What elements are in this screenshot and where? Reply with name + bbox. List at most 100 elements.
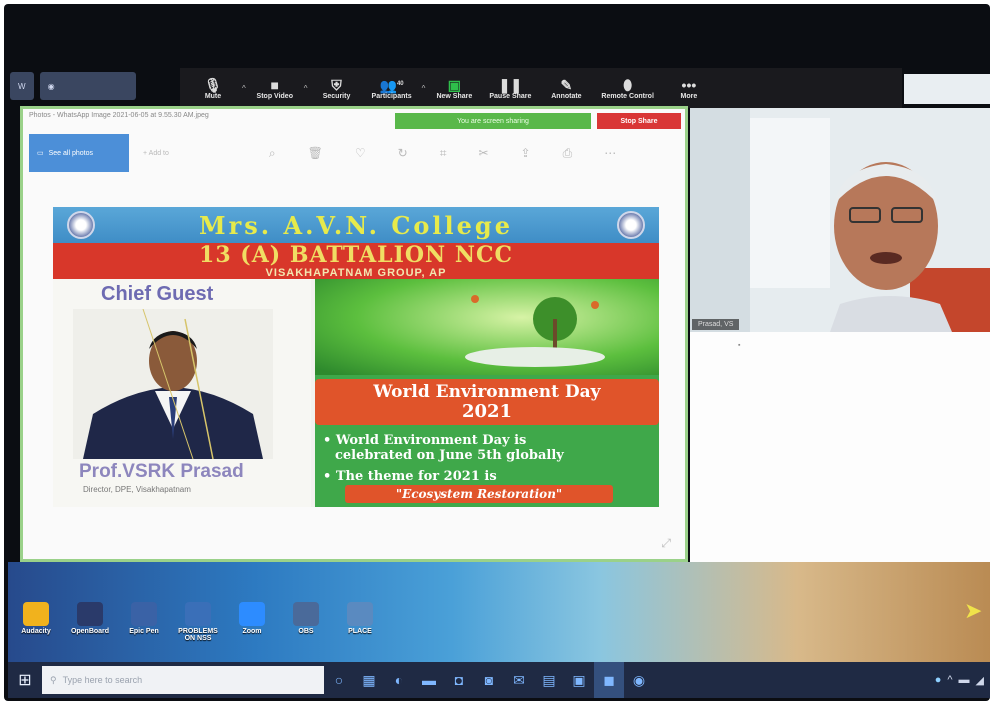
new-share-button[interactable]: ▣ New Share: [435, 77, 473, 100]
left-chips: W ◉: [10, 72, 136, 100]
user-avatar-icon[interactable]: ●: [935, 674, 942, 686]
search-icon: ⚲: [50, 674, 57, 685]
store-icon[interactable]: ◘: [444, 662, 474, 698]
new-share-label: New Share: [436, 92, 473, 100]
network-icon[interactable]: ▬: [959, 674, 970, 686]
add-to-button[interactable]: + Add to: [143, 150, 169, 157]
battalion-name: 13 (A) BATTALION NCC: [199, 242, 513, 268]
video-caret-icon[interactable]: ^: [304, 84, 308, 93]
bullet-1: • World Environment Day is celebrated on…: [323, 433, 564, 463]
crop-icon[interactable]: ⌗: [440, 146, 447, 161]
desktop-icon-openboard[interactable]: OpenBoard: [66, 602, 114, 642]
mute-button[interactable]: 🎙 Mute: [194, 77, 232, 100]
guest-portrait-image: [73, 308, 273, 460]
event-title: World Environment Day: [373, 382, 601, 402]
zoom-icon: [239, 602, 265, 626]
pencil-icon: ✎: [560, 76, 573, 93]
right-emblem-icon: [617, 211, 645, 239]
desktop-icon-place[interactable]: PLACE: [336, 602, 384, 642]
desktop-icon-obs[interactable]: OBS: [282, 602, 330, 642]
desktop-icon-epic-pen[interactable]: Epic Pen: [120, 602, 168, 642]
tray-chevron-icon[interactable]: ^: [947, 674, 952, 686]
mute-caret-icon[interactable]: ^: [242, 84, 246, 93]
delete-icon[interactable]: 🗑: [308, 146, 323, 160]
bullet-dot-icon: •: [323, 433, 336, 448]
viewer-toolbar: ▭ See all photos + Add to ⌕ 🗑 ♡ ↻ ⌗ ✂ ⇪ …: [23, 133, 685, 173]
theme-text: "Ecosystem Restoration": [345, 485, 613, 503]
expand-icon[interactable]: ⤢: [661, 536, 671, 551]
openboard-icon: [77, 602, 103, 626]
mail-icon[interactable]: ✉: [504, 662, 534, 698]
event-title-banner: World Environment Day 2021: [315, 379, 659, 425]
participants-count: 40: [396, 80, 404, 87]
edit-icon[interactable]: ✂: [478, 146, 488, 160]
add-to-label: Add to: [148, 149, 169, 157]
more-icon: •••: [681, 76, 697, 93]
bullet-1-line-2: celebrated on June 5th globally: [335, 448, 564, 463]
pause-share-button[interactable]: ❚❚ Pause Share: [489, 77, 531, 100]
guest-title: Director, DPE, Visakhapatnam: [83, 485, 191, 494]
shield-icon: ⛨: [331, 76, 342, 93]
speaker-video-image: [690, 108, 990, 332]
zoom-taskbar-icon[interactable]: ◼: [594, 662, 624, 698]
left-emblem-icon: [67, 211, 95, 239]
desktop-icon-audacity[interactable]: Audacity: [12, 602, 60, 642]
photos-app-icon[interactable]: ▣: [564, 662, 594, 698]
participant-video[interactable]: Prasad, VS: [690, 108, 990, 332]
camera-icon[interactable]: ◙: [474, 662, 504, 698]
security-button[interactable]: ⛨ Security: [318, 77, 356, 100]
obs-icon: [293, 602, 319, 626]
file-explorer-icon[interactable]: ▬: [414, 662, 444, 698]
favorite-icon[interactable]: ♡: [355, 146, 366, 160]
audacity-icon: [23, 602, 49, 626]
chief-guest-panel: Chief Guest Prof.VSRK Prasad Director, D: [53, 279, 311, 507]
see-all-label: See all photos: [48, 149, 93, 157]
stop-share-button[interactable]: Stop Share: [597, 113, 681, 129]
pause-icon: ❚❚: [498, 76, 523, 93]
widgets-icon[interactable]: ▦: [354, 662, 384, 698]
participants-icon: 👥40: [379, 77, 404, 94]
participants-button[interactable]: 👥40 Participants: [372, 76, 412, 100]
guest-name: Prof.VSRK Prasad: [79, 461, 244, 482]
remote-control-label: Remote Control: [601, 92, 654, 100]
video-camera-icon: ■: [270, 76, 279, 93]
remote-control-button[interactable]: ⬮ Remote Control: [601, 77, 654, 100]
zoom-meeting-toolbar: 🎙 Mute ^ ■ Stop Video ^ ⛨ Security 👥40 P…: [180, 68, 902, 108]
share-icon[interactable]: ⇪: [521, 146, 531, 160]
microphone-icon: 🎙: [204, 76, 222, 93]
toolbar-right-area: [904, 74, 990, 104]
calendar-icon[interactable]: ▤: [534, 662, 564, 698]
photos-viewer-window: Photos - WhatsApp Image 2021-06-05 at 9.…: [20, 106, 688, 562]
zoom-icon[interactable]: ⌕: [269, 146, 276, 161]
edge-browser-icon[interactable]: ◐: [384, 662, 414, 698]
stop-video-button[interactable]: ■ Stop Video: [256, 77, 294, 100]
bullet-2-text: The theme for 2021 is: [335, 469, 497, 484]
mouse-cursor-icon: ➤: [964, 598, 983, 623]
rotate-icon[interactable]: ↻: [398, 146, 408, 160]
word-app-chip[interactable]: W: [10, 72, 34, 100]
annotate-button[interactable]: ✎ Annotate: [547, 77, 585, 100]
system-tray: ● ^ ▬ ◢: [935, 674, 990, 687]
zoom-thumbnail-chip[interactable]: ◉: [39, 72, 136, 100]
desktop-icon-problems-on-nss[interactable]: PROBLEMS ON NSS: [174, 602, 222, 642]
desktop-icon-label: OBS: [298, 628, 314, 635]
more-button[interactable]: ••• More: [670, 77, 708, 100]
pause-share-label: Pause Share: [489, 92, 532, 100]
more-label: More: [680, 92, 698, 100]
desktop-wallpaper: Audacity OpenBoard Epic Pen PROBLEMS ON …: [8, 562, 990, 662]
task-view-icon[interactable]: ○: [324, 662, 354, 698]
obs-taskbar-icon[interactable]: ◉: [624, 662, 654, 698]
photo-frame: W ◉ 🎙 Mute ^ ■ Stop Video ^ ⛨ Security 👥…: [4, 4, 990, 701]
desktop-icon-zoom[interactable]: Zoom: [228, 602, 276, 642]
windows-start-icon[interactable]: ⊞: [8, 662, 42, 698]
taskbar-search-box[interactable]: ⚲ Type here to search: [42, 666, 324, 694]
chief-guest-heading: Chief Guest: [101, 283, 214, 305]
see-all-photos-button[interactable]: ▭ See all photos: [29, 134, 129, 172]
print-icon[interactable]: ⎙: [563, 146, 573, 161]
participants-caret-icon[interactable]: ^: [422, 84, 426, 93]
mute-label: Mute: [204, 92, 222, 100]
windows-taskbar: ⊞ ⚲ Type here to search ○ ▦ ◐ ▬ ◘ ◙ ✉ ▤ …: [8, 662, 990, 698]
more-options-icon[interactable]: ⋯: [604, 146, 616, 160]
desktop-icon-label: Epic Pen: [129, 628, 159, 635]
volume-icon[interactable]: ◢: [976, 674, 984, 687]
